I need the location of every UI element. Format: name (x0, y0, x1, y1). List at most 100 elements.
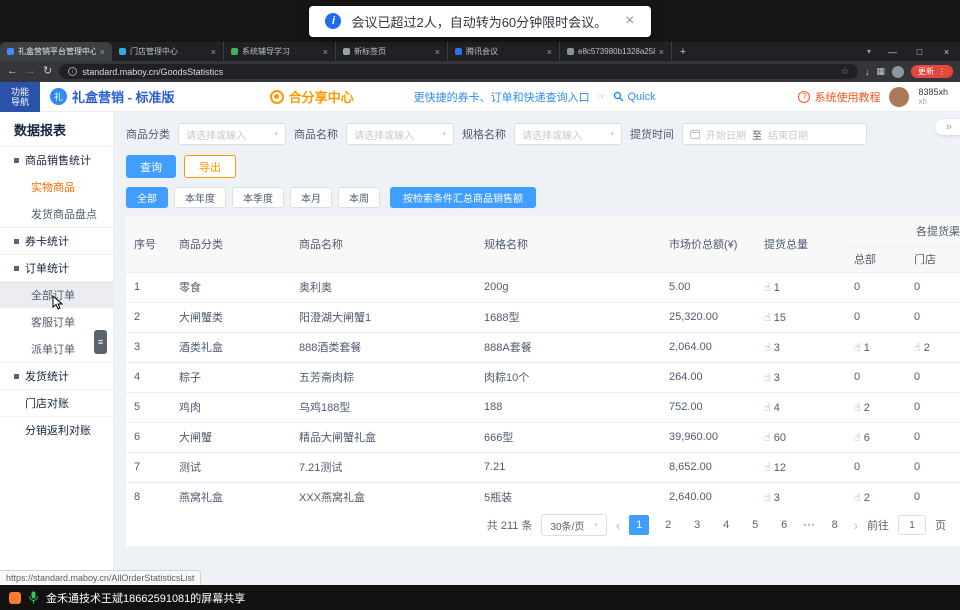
user-avatar[interactable] (889, 87, 909, 107)
microphone-icon (28, 591, 39, 604)
tab-this-quarter[interactable]: 本季度 (232, 187, 284, 208)
browser-tab-5[interactable]: 腾讯会议 × (448, 42, 560, 61)
browser-profile-avatar[interactable] (892, 66, 904, 78)
browser-tab-tutorial[interactable]: 系统辅导学习 × (224, 42, 336, 61)
start-date-placeholder[interactable]: 开始日期 (706, 127, 746, 142)
sidebar-collapse-handle[interactable]: ≡ (94, 330, 107, 354)
page-button-4[interactable]: 4 (716, 515, 736, 535)
tab-all[interactable]: 全部 (126, 187, 168, 208)
pick-hand-icon: ☝ (764, 312, 771, 324)
tab-this-year[interactable]: 本年度 (174, 187, 226, 208)
summary-by-criteria-button[interactable]: 按检索条件汇总商品销售额 (390, 187, 536, 208)
browser-update-button[interactable]: 更新 ⋮ (911, 65, 953, 78)
cell-amount: 25,320.00 (661, 302, 756, 332)
cell-no: 2 (126, 302, 171, 332)
cell-hq: ☝1 (846, 332, 906, 362)
date-range-picker[interactable]: 开始日期 至 结束日期 (682, 123, 867, 145)
page-button-last[interactable]: 8 (825, 515, 845, 535)
page-size-select[interactable]: 30条/页 ▾ (541, 514, 606, 536)
more-pages-icon[interactable]: ••• (803, 520, 815, 530)
quick-search-link[interactable]: Quick (613, 91, 655, 103)
favicon (455, 48, 462, 55)
page-button-6[interactable]: 6 (774, 515, 794, 535)
browser-tab-gift-admin[interactable]: 礼盒营销平台管理中心 × (0, 42, 112, 61)
new-tab-button[interactable]: + (672, 42, 694, 61)
download-icon[interactable]: ↓ (865, 67, 870, 77)
tab-label: 门店管理中心 (130, 46, 207, 57)
share-center-icon (270, 90, 284, 104)
tab-close-icon[interactable]: × (659, 47, 664, 57)
help-tutorial-link[interactable]: ? 系统使用教程 (798, 89, 880, 105)
url-bar[interactable]: i standard.maboy.cn/GoodsStatistics ☆ (59, 64, 858, 79)
share-center-link[interactable]: 合分享中心 (270, 87, 354, 106)
pick-count: 1 (864, 342, 870, 354)
sidebar-item-store-reconciliation[interactable]: 门店对账 (0, 389, 113, 416)
tab-close-icon[interactable]: × (323, 47, 328, 57)
page-button-3[interactable]: 3 (687, 515, 707, 535)
select-goods-category[interactable]: 请选择或输入 ▾ (178, 123, 286, 145)
reload-icon[interactable]: ↻ (43, 66, 52, 77)
pick-count: 0 (914, 311, 920, 323)
cell-store: ☝0 (906, 302, 960, 332)
pick-hand-icon: ☝ (764, 492, 771, 504)
browser-tab-hex[interactable]: e8c573980b1328a258fd2e6f... × (560, 42, 672, 61)
extensions-icon[interactable]: ▦ (876, 66, 885, 77)
cell-name: 精品大闸蟹礼盒 (291, 422, 476, 452)
jump-page-input[interactable] (898, 515, 926, 535)
sidebar-item-distribution-rebate-reconciliation[interactable]: 分销返利对账 (0, 416, 113, 443)
col-header-amount: 市场价总额(¥) (661, 216, 756, 272)
meeting-message: 会议已超过2人，自动转为60分钟限时会议。 (351, 12, 607, 31)
window-minimize-button[interactable]: — (879, 42, 906, 61)
back-icon[interactable]: ← (7, 66, 18, 77)
table-scroll-area[interactable]: 序号 商品分类 商品名称 规格名称 市场价总额(¥) 提货总量 各提货渠道 总部… (126, 216, 960, 504)
browser-tab-store-admin[interactable]: 门店管理中心 × (112, 42, 224, 61)
export-button[interactable]: 导出 (184, 155, 236, 178)
tab-close-icon[interactable]: × (211, 47, 216, 57)
tab-close-icon[interactable]: × (435, 47, 440, 57)
end-date-placeholder[interactable]: 结束日期 (768, 127, 808, 142)
select-placeholder: 请选择或输入 (354, 127, 442, 142)
forward-icon[interactable]: → (25, 66, 36, 77)
select-goods-name[interactable]: 请选择或输入 ▾ (346, 123, 454, 145)
pick-count: 0 (854, 311, 860, 323)
page-button-1[interactable]: 1 (629, 515, 649, 535)
sidebar-title: 数据报表 (0, 112, 113, 146)
function-nav-button[interactable]: 功能 导航 (0, 82, 40, 112)
sidebar-item-all-orders[interactable]: 全部订单 (0, 281, 113, 308)
close-icon[interactable]: × (625, 13, 634, 29)
tab-close-icon[interactable]: × (100, 47, 105, 57)
cell-store: ☝0 (906, 452, 960, 482)
meeting-notification: i 会议已超过2人，自动转为60分钟限时会议。 × (309, 6, 650, 37)
sidebar-item-label: 商品销售统计 (25, 152, 91, 168)
sidebar-item-shipment-goods-check[interactable]: 发货商品盘点 (0, 200, 113, 227)
tab-search-icon[interactable]: ▾ (859, 42, 879, 61)
tab-this-month[interactable]: 本月 (290, 187, 332, 208)
cell-no: 3 (126, 332, 171, 362)
cell-store: ☝0 (906, 272, 960, 302)
sidebar-section-goods-sales-statistics[interactable]: 商品销售统计 (0, 146, 113, 173)
sidebar-item-physical-goods[interactable]: 实物商品 (0, 173, 113, 200)
page-button-2[interactable]: 2 (658, 515, 678, 535)
site-info-icon[interactable]: i (68, 67, 77, 76)
page-button-5[interactable]: 5 (745, 515, 765, 535)
sidebar-section-order-statistics[interactable]: 订单统计 (0, 254, 113, 281)
sidebar-item-label: 发货商品盘点 (31, 206, 97, 222)
cell-hq: ☝2 (846, 392, 906, 422)
tab-close-icon[interactable]: × (547, 47, 552, 57)
select-spec-name[interactable]: 请选择或输入 ▾ (514, 123, 622, 145)
window-maximize-button[interactable]: □ (906, 42, 933, 61)
sidebar-section-card-coupon-statistics[interactable]: 券卡统计 (0, 227, 113, 254)
next-page-icon[interactable]: › (854, 518, 858, 533)
cell-category: 酒类礼盒 (171, 332, 291, 362)
tab-this-week[interactable]: 本周 (338, 187, 380, 208)
bullet-icon (14, 266, 19, 271)
window-close-button[interactable]: × (933, 42, 960, 61)
prev-page-icon[interactable]: ‹ (616, 518, 620, 533)
cell-pick-total: ☝3 (756, 482, 846, 504)
sidebar-section-shipping-statistics[interactable]: 发货统计 (0, 362, 113, 389)
query-button[interactable]: 查询 (126, 155, 176, 178)
col-header-pick-total: 提货总量 (756, 216, 846, 272)
filter-collapse-chevron[interactable]: » (935, 119, 960, 135)
browser-tab-4[interactable]: 新标签页 × (336, 42, 448, 61)
bookmark-star-icon[interactable]: ☆ (841, 66, 849, 77)
